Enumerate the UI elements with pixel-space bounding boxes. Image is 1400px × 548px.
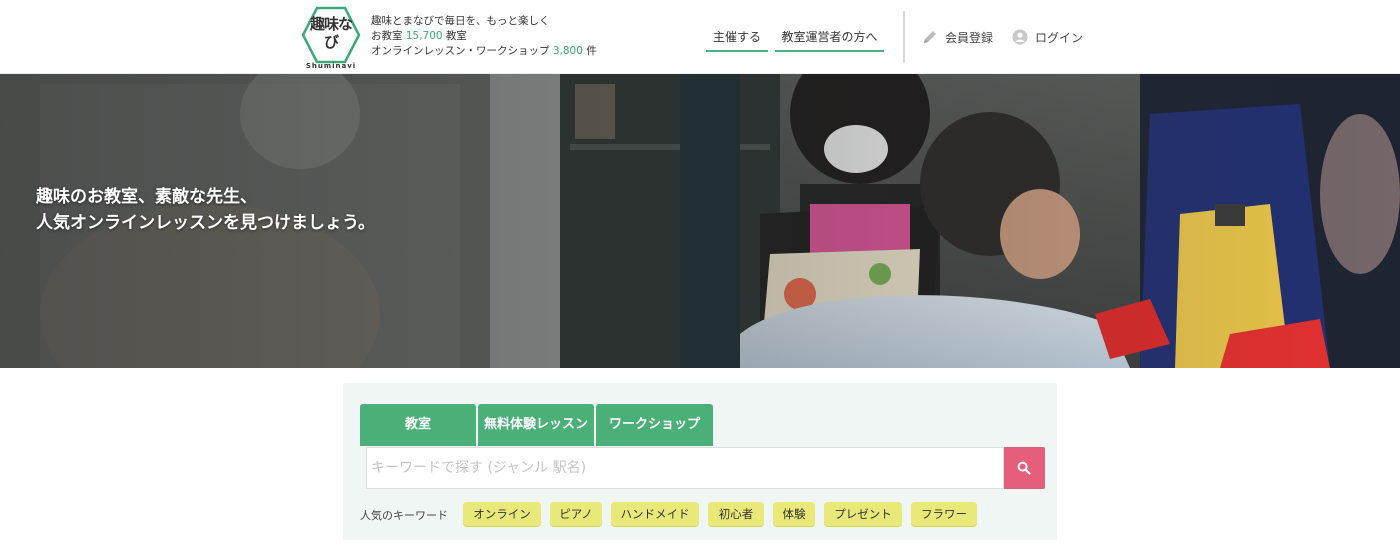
tagline-workshop-suffix: 件 <box>582 45 597 57</box>
logo-subtext: Shuminavi <box>305 62 357 70</box>
keyword-chip-trial[interactable]: 体験 <box>773 502 815 526</box>
search-icon <box>1017 461 1031 475</box>
workshop-count: 3,800 <box>552 45 583 57</box>
keyword-chip-flower[interactable]: フラワー <box>911 502 977 526</box>
site-logo[interactable]: 趣味なび Shuminavi <box>300 6 364 70</box>
popular-keywords-label: 人気のキーワード <box>360 509 448 522</box>
register-link[interactable]: 会員登録 <box>922 28 993 48</box>
register-label: 会員登録 <box>945 31 994 45</box>
tagline-workshop-prefix: オンラインレッスン・ワークショップ <box>371 45 553 57</box>
search-button[interactable] <box>1004 447 1045 489</box>
site-tagline: 趣味とまなびで毎日を、もっと楽しく お教室 15,700 教室 オンラインレッス… <box>371 14 597 59</box>
nav-host-link[interactable]: 主催する <box>706 26 768 52</box>
tagline-line1: 趣味とまなびで毎日を、もっと楽しく <box>371 15 550 27</box>
nav-owner-link[interactable]: 教室運営者の方へ <box>775 26 884 52</box>
tagline-line3: オンラインレッスン・ワークショップ 3,800 件 <box>371 44 597 59</box>
hero-banner: 趣味のお教室、素敵な先生、 人気オンラインレッスンを見つけましょう。 <box>0 74 1400 368</box>
hero-line1: 趣味のお教室、素敵な先生、 <box>36 187 257 207</box>
hero-headline: 趣味のお教室、素敵な先生、 人気オンラインレッスンを見つけましょう。 <box>36 184 375 236</box>
keyword-chip-present[interactable]: プレゼント <box>824 502 902 526</box>
logo-mark: 趣味なび <box>310 15 353 51</box>
hero-line2: 人気オンラインレッスンを見つけましょう。 <box>36 213 375 233</box>
login-label: ログイン <box>1035 31 1084 45</box>
keyword-search-input[interactable] <box>366 447 1004 489</box>
tagline-class-suffix: 教室 <box>442 30 467 42</box>
tab-workshop[interactable]: ワークショップ <box>596 404 713 446</box>
user-icon <box>1012 29 1028 45</box>
keyword-chip-beginner[interactable]: 初心者 <box>708 502 764 526</box>
pencil-icon <box>924 31 936 43</box>
keyword-chip-handmade[interactable]: ハンドメイド <box>611 502 699 526</box>
keyword-chip-piano[interactable]: ピアノ <box>550 502 602 526</box>
tagline-class-prefix: お教室 <box>371 30 406 42</box>
class-count: 15,700 <box>405 30 443 42</box>
tagline-line2: お教室 15,700 教室 <box>371 29 597 44</box>
nav-divider <box>903 11 905 63</box>
search-panel: 教室 無料体験レッスン ワークショップ 人気のキーワード オンライン ピアノ ハ… <box>343 383 1057 540</box>
tab-class[interactable]: 教室 <box>360 404 476 446</box>
site-header: 趣味なび Shuminavi 趣味とまなびで毎日を、もっと楽しく お教室 15,… <box>0 0 1400 74</box>
keyword-chip-online[interactable]: オンライン <box>463 502 541 526</box>
tab-free-trial[interactable]: 無料体験レッスン <box>478 404 594 446</box>
login-link[interactable]: ログイン <box>1012 28 1083 48</box>
